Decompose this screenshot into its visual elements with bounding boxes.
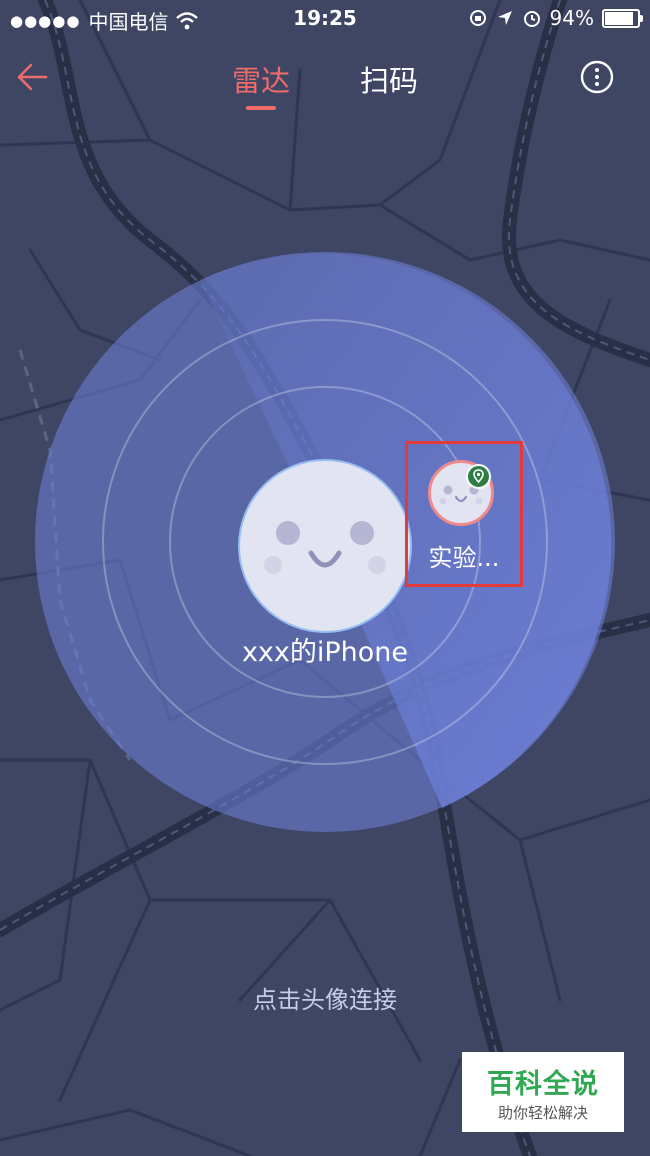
watermark-logo: 百科全说 助你轻松解决 <box>462 1052 624 1132</box>
tap-avatar-hint: 点击头像连接 <box>253 986 397 1014</box>
battery-icon <box>602 8 643 28</box>
self-device-name: xxx的iPhone <box>241 637 409 668</box>
alarm-icon <box>523 11 540 27</box>
rotation-lock-icon <box>469 10 486 26</box>
watermark-subtitle: 助你轻松解决 <box>497 1104 588 1122</box>
watermark-title: 百科全说 <box>487 1069 599 1100</box>
location-pin-icon <box>466 464 491 489</box>
top-nav: 雷达 扫码 <box>0 50 650 110</box>
active-tab-indicator <box>246 106 276 110</box>
smiley-face-icon <box>264 521 386 574</box>
status-bar: ●●●●● 中国电信 19:25 94% <box>0 0 650 36</box>
self-avatar <box>238 459 412 633</box>
tab-radar[interactable]: 雷达 <box>232 58 290 100</box>
more-options-icon[interactable] <box>580 60 614 94</box>
battery-percent: 94% <box>549 6 594 30</box>
location-arrow-icon <box>497 11 512 25</box>
peer-device-name[interactable]: 实验... <box>412 538 516 573</box>
tab-scan[interactable]: 扫码 <box>360 58 418 100</box>
back-arrow-icon[interactable] <box>16 60 50 94</box>
